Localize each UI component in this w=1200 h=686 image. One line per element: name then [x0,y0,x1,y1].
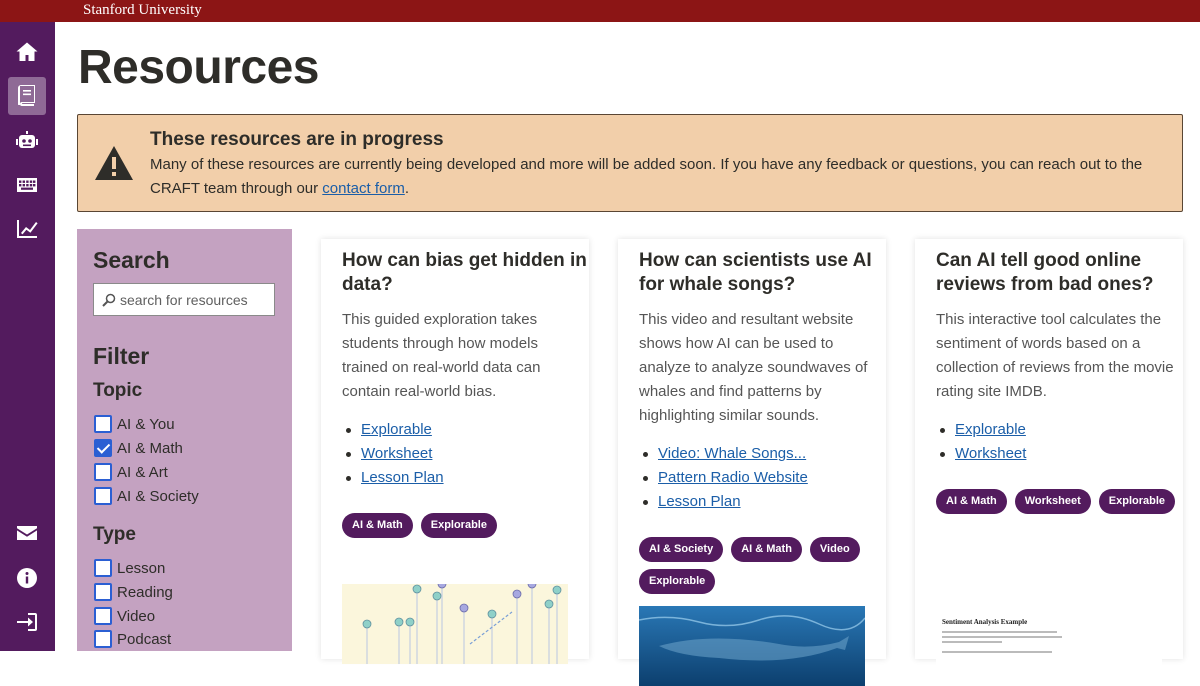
tag[interactable]: AI & Society [639,537,724,562]
tag[interactable]: AI & Math [731,537,802,562]
filter-heading: Filter [93,343,150,369]
magnifier-icon [102,293,116,307]
list-item: Lesson Plan [639,490,808,514]
checkbox-checked[interactable] [94,439,112,457]
keyboard-icon [17,178,37,192]
sidebar-item-contact[interactable] [8,514,46,552]
card-title: How can bias get hidden in data? [342,250,587,295]
tag[interactable]: Video [809,537,860,562]
checkbox[interactable] [94,607,112,625]
tag[interactable]: AI & Math [342,513,413,538]
resource-card-bias: How can bias get hidden in data? This gu… [321,239,589,664]
filter-panel: Search search for resources Filter Topic… [77,229,292,651]
sign-in-icon [17,613,37,631]
checkbox[interactable] [94,559,112,577]
sidebar-item-home[interactable] [8,33,46,71]
card-title: How can scientists use AI for whale song… [639,250,872,295]
topic-ai-art[interactable]: AI & Art [94,462,168,482]
chart-line-icon [17,220,38,238]
worksheet-thumbnail: Sentiment Analysis Example [936,612,1162,672]
card-links: Explorable Worksheet [936,418,1026,466]
type-video[interactable]: Video [94,606,155,626]
list-item: Worksheet [936,442,1026,466]
scatter-thumbnail [342,584,568,664]
university-bar: Stanford University [0,0,1200,22]
sidebar-item-keyboard[interactable] [8,166,46,204]
card-description: This video and resultant website shows h… [639,311,868,424]
search-placeholder: search for resources [120,291,248,308]
card-links: Video: Whale Songs... Pattern Radio Webs… [639,442,808,514]
book-icon [18,85,35,106]
card-link[interactable]: Lesson Plan [361,469,444,486]
card-link[interactable]: Lesson Plan [658,493,741,510]
card-description: This interactive tool calculates the sen… [936,311,1174,400]
sidebar [0,22,55,651]
type-podcast[interactable]: Podcast [94,629,171,649]
list-item: Video: Whale Songs... [639,442,808,466]
type-heading: Type [93,524,136,545]
card-links: Explorable Worksheet Lesson Plan [342,418,444,490]
university-name[interactable]: Stanford University [83,2,202,19]
list-item: Worksheet [342,442,444,466]
card-tags: AI & Society AI & Math Video Explorable [639,537,879,594]
search-input[interactable]: search for resources [93,283,275,316]
list-item: Pattern Radio Website [639,466,808,490]
sidebar-item-progress[interactable] [8,210,46,248]
search-heading: Search [93,247,170,273]
type-reading[interactable]: Reading [94,582,173,602]
checkbox[interactable] [94,487,112,505]
card-tags: AI & Math Explorable [342,513,582,538]
sidebar-item-about[interactable] [8,559,46,597]
banner-title: These resources are in progress [150,129,444,150]
topic-ai-society[interactable]: AI & Society [94,486,199,506]
resource-card-reviews: Can AI tell good online reviews from bad… [915,239,1183,672]
tag[interactable]: AI & Math [936,489,1007,514]
info-icon [17,568,37,588]
whale-thumbnail [639,606,865,686]
tag[interactable]: Explorable [420,513,497,538]
resource-card-whale: How can scientists use AI for whale song… [618,239,886,686]
text-line [942,651,1052,653]
robot-icon [16,131,38,148]
card-link[interactable]: Worksheet [955,445,1026,462]
thumbnail-title: Sentiment Analysis Example [942,618,1028,626]
contact-form-link[interactable]: contact form [322,180,405,197]
topic-ai-math[interactable]: AI & Math [94,438,183,458]
list-item: Explorable [342,418,444,442]
checkbox[interactable] [94,630,112,648]
list-item: Lesson Plan [342,466,444,490]
card-link[interactable]: Video: Whale Songs... [658,445,806,462]
banner-text: Many of these resources are currently be… [150,156,1143,197]
card-link[interactable]: Pattern Radio Website [658,469,808,486]
text-line [942,641,1002,643]
sidebar-item-login[interactable] [8,603,46,641]
topic-ai-you[interactable]: AI & You [94,414,175,434]
warning-icon [95,146,133,180]
page-title: Resources [78,41,319,94]
text-line [942,636,1062,638]
sidebar-item-resources[interactable] [8,77,46,115]
checkbox[interactable] [94,463,112,481]
list-item: Explorable [936,418,1026,442]
card-title: Can AI tell good online reviews from bad… [936,250,1154,295]
envelope-icon [17,526,37,540]
card-description: This guided exploration takes students t… [342,311,541,400]
type-lesson[interactable]: Lesson [94,558,165,578]
card-tags: AI & Math Worksheet Explorable [936,489,1176,514]
text-line [942,631,1057,633]
tag[interactable]: Explorable [639,569,716,594]
card-link[interactable]: Worksheet [361,445,432,462]
progress-banner: These resources are in progress Many of … [77,114,1183,212]
home-icon [16,42,38,61]
tag[interactable]: Worksheet [1014,489,1091,514]
checkbox[interactable] [94,583,112,601]
sidebar-item-ai[interactable] [8,122,46,160]
card-link[interactable]: Explorable [361,421,432,438]
card-link[interactable]: Explorable [955,421,1026,438]
checkbox[interactable] [94,415,112,433]
tag[interactable]: Explorable [1098,489,1176,514]
topic-heading: Topic [93,380,143,401]
